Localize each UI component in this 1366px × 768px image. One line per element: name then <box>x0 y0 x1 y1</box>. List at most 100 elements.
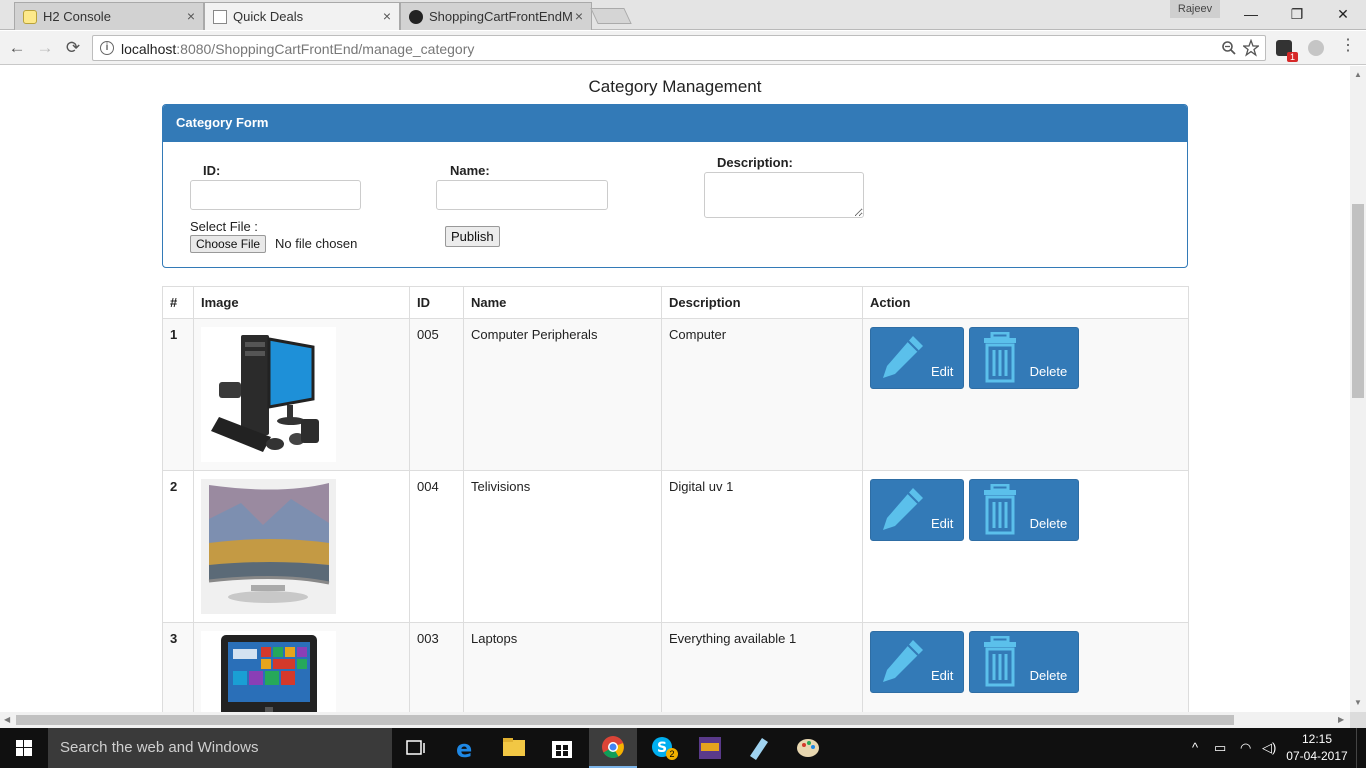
select-file-label: Select File : <box>190 219 258 234</box>
description-textarea[interactable] <box>704 172 864 218</box>
address-bar[interactable]: i localhost:8080/ShoppingCartFrontEnd/ma… <box>92 35 1266 61</box>
trash-icon <box>978 635 1028 691</box>
page-viewport: Category Management Category Form ID: Na… <box>0 66 1350 712</box>
table-row: 3 003 Laptops Everything available 1 Edi… <box>162 622 1189 712</box>
file-status-text: No file chosen <box>275 236 358 251</box>
delete-button[interactable]: Delete <box>968 631 1079 693</box>
back-icon[interactable]: ← <box>6 37 28 59</box>
name-cell: Laptops <box>463 622 662 712</box>
svg-text:e: e <box>456 735 472 763</box>
system-clock[interactable]: 12:15 07-04-2017 <box>1282 731 1352 765</box>
chrome-menu-icon[interactable]: ⋮ <box>1340 38 1356 54</box>
edge-browser-icon[interactable]: e <box>442 728 490 768</box>
scroll-left-arrow-icon[interactable]: ◀ <box>4 715 10 724</box>
game-app-icon[interactable] <box>686 728 734 768</box>
volume-icon[interactable]: ◁) <box>1262 740 1276 756</box>
site-info-icon[interactable]: i <box>100 41 114 55</box>
close-window-icon[interactable]: ✕ <box>1320 0 1366 28</box>
header-number: # <box>162 286 194 319</box>
delete-label: Delete <box>1029 364 1068 379</box>
tab-close-icon[interactable]: × <box>383 8 391 24</box>
skype-extension-icon[interactable] <box>1308 40 1324 56</box>
horizontal-scroll-thumb[interactable] <box>16 715 1234 725</box>
battery-icon[interactable]: ▭ <box>1214 740 1226 756</box>
image-cell <box>193 622 410 712</box>
file-explorer-icon[interactable] <box>490 728 538 768</box>
row-number: 3 <box>162 622 194 712</box>
restore-icon[interactable]: ❐ <box>1274 0 1320 28</box>
extension-icon[interactable]: 1 <box>1276 40 1298 62</box>
reload-icon[interactable]: ⟳ <box>62 37 84 59</box>
scroll-up-arrow-icon[interactable]: ▲ <box>1354 70 1362 79</box>
id-cell: 005 <box>409 318 464 471</box>
table-header-row: # Image ID Name Description Action <box>162 286 1189 319</box>
edit-button[interactable]: Edit <box>870 327 964 389</box>
description-cell: Digital uv 1 <box>661 470 863 623</box>
pencil-icon <box>879 636 929 691</box>
name-input[interactable] <box>436 180 608 210</box>
edit-label: Edit <box>931 516 954 531</box>
tab-quick-deals[interactable]: Quick Deals × <box>204 2 400 30</box>
header-id: ID <box>409 286 464 319</box>
tab-h2-console[interactable]: H2 Console × <box>14 2 204 30</box>
television-image <box>201 479 336 614</box>
header-description: Description <box>661 286 863 319</box>
scroll-right-arrow-icon[interactable]: ▶ <box>1338 715 1344 724</box>
image-cell <box>193 318 410 471</box>
minimize-icon[interactable]: — <box>1228 0 1274 28</box>
bookmark-star-icon[interactable] <box>1241 38 1261 61</box>
windows-logo-icon <box>16 740 32 756</box>
vertical-scroll-thumb[interactable] <box>1352 204 1364 398</box>
scroll-down-arrow-icon[interactable]: ▼ <box>1354 698 1362 707</box>
image-cell <box>193 470 410 623</box>
header-action: Action <box>862 286 1189 319</box>
choose-file-button[interactable]: Choose File <box>190 235 267 253</box>
name-cell: Telivisions <box>463 470 662 623</box>
tray-overflow-icon[interactable]: ^ <box>1192 740 1198 755</box>
pencil-icon <box>879 484 929 539</box>
chrome-icon[interactable] <box>589 728 637 768</box>
edit-label: Edit <box>931 668 954 683</box>
start-button[interactable] <box>0 728 48 768</box>
trash-icon <box>978 483 1028 539</box>
tab-label: H2 Console <box>43 9 111 24</box>
paint-icon[interactable] <box>784 728 832 768</box>
publish-button[interactable]: Publish <box>445 226 500 247</box>
extension-badge: 1 <box>1286 52 1298 62</box>
browser-toolbar: ← → ⟳ i localhost:8080/ShoppingCartFront… <box>0 31 1366 65</box>
clock-date: 07-04-2017 <box>1286 749 1348 763</box>
taskbar-search-box[interactable]: Search the web and Windows <box>48 728 392 768</box>
show-desktop-button[interactable] <box>1356 728 1366 768</box>
name-cell: Computer Peripherals <box>463 318 662 471</box>
tab-close-icon[interactable]: × <box>575 8 583 24</box>
notes-app-icon[interactable] <box>734 728 782 768</box>
action-cell: Edit Delete <box>862 622 1189 712</box>
task-view-icon[interactable] <box>392 728 440 768</box>
github-icon <box>409 10 423 24</box>
category-form-panel: Category Form ID: Name: Description: Sel… <box>162 104 1188 268</box>
new-tab-button[interactable] <box>590 8 632 24</box>
delete-label: Delete <box>1029 668 1068 683</box>
tab-close-icon[interactable]: × <box>187 8 195 24</box>
scrollbar-corner <box>1350 712 1366 728</box>
vertical-scrollbar[interactable]: ▲ ▼ <box>1350 66 1366 712</box>
forward-icon[interactable]: → <box>34 37 56 59</box>
edit-button[interactable]: Edit <box>870 479 964 541</box>
horizontal-scrollbar[interactable]: ◀ ▶ <box>0 712 1350 728</box>
zoom-icon[interactable] <box>1221 39 1237 61</box>
wifi-icon[interactable]: ◠ <box>1240 740 1251 756</box>
description-cell: Everything available 1 <box>661 622 863 712</box>
skype-icon[interactable]: S 2 <box>638 728 686 768</box>
delete-button[interactable]: Delete <box>968 479 1079 541</box>
description-cell: Computer <box>661 318 863 471</box>
profile-name[interactable]: Rajeev <box>1170 0 1220 18</box>
table-row: 2 004 Telivisions Digital uv 1 Edit Dele… <box>162 470 1189 623</box>
row-number: 1 <box>162 318 194 471</box>
delete-label: Delete <box>1029 516 1068 531</box>
edit-button[interactable]: Edit <box>870 631 964 693</box>
id-input[interactable] <box>190 180 361 210</box>
delete-button[interactable]: Delete <box>968 327 1079 389</box>
tab-github[interactable]: ShoppingCartFrontEndM × <box>400 2 592 30</box>
store-icon[interactable] <box>538 728 586 768</box>
page-favicon-icon <box>213 10 227 24</box>
